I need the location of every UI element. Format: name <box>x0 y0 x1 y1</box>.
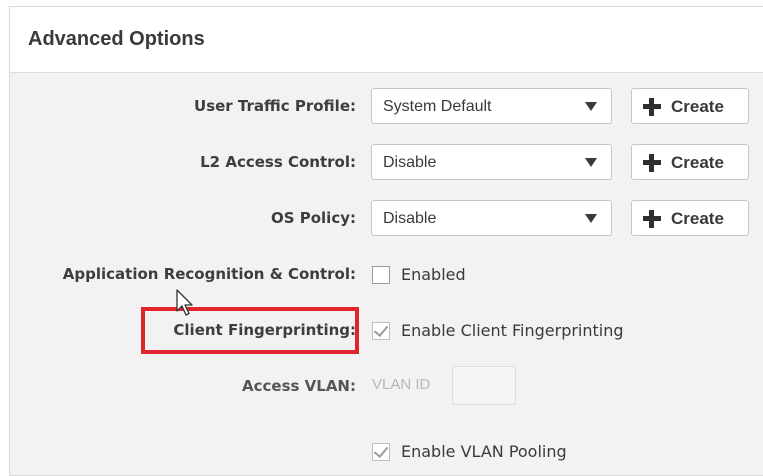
app-recognition-label: Application Recognition & Control: <box>62 265 356 283</box>
checkmark-icon <box>373 321 389 338</box>
create-button-label: Create <box>671 153 724 172</box>
create-os-policy-button[interactable]: Create <box>631 200 749 236</box>
cursor-icon <box>176 289 193 316</box>
vlan-id-input[interactable] <box>452 366 516 405</box>
l2-access-control-label: L2 Access Control: <box>200 153 356 171</box>
access-vlan-label: Access VLAN: <box>242 377 356 395</box>
client-fingerprinting-checkbox[interactable] <box>372 321 390 340</box>
chevron-down-icon <box>585 102 597 111</box>
checkmark-icon <box>373 442 389 459</box>
create-user-traffic-profile-button[interactable]: Create <box>631 88 749 124</box>
l2-access-control-value: Disable <box>383 154 437 171</box>
os-policy-value: Disable <box>383 210 437 227</box>
user-traffic-profile-label: User Traffic Profile: <box>194 97 356 115</box>
chevron-down-icon <box>585 158 597 167</box>
app-recognition-checkbox-label[interactable]: Enabled <box>401 265 466 284</box>
plus-icon <box>643 98 661 116</box>
create-l2-access-control-button[interactable]: Create <box>631 144 749 180</box>
vlan-pooling-checkbox-label[interactable]: Enable VLAN Pooling <box>401 442 567 461</box>
user-traffic-profile-value: System Default <box>383 98 492 115</box>
plus-icon <box>643 210 661 228</box>
create-button-label: Create <box>671 97 724 116</box>
chevron-down-icon <box>585 214 597 223</box>
os-policy-select[interactable]: Disable <box>371 200 612 236</box>
plus-icon <box>643 154 661 172</box>
advanced-options-panel: Advanced Options <box>9 6 763 476</box>
vlan-pooling-checkbox[interactable] <box>372 442 390 461</box>
user-traffic-profile-select[interactable]: System Default <box>371 88 612 124</box>
vlan-id-label: VLAN ID <box>372 376 431 393</box>
create-button-label: Create <box>671 209 724 228</box>
client-fingerprinting-checkbox-label[interactable]: Enable Client Fingerprinting <box>401 321 624 340</box>
app-recognition-checkbox[interactable] <box>372 266 390 284</box>
panel-header: Advanced Options <box>10 7 763 73</box>
os-policy-label: OS Policy: <box>270 209 356 227</box>
client-fingerprinting-label: Client Fingerprinting: <box>173 321 356 339</box>
l2-access-control-select[interactable]: Disable <box>371 144 612 180</box>
panel-title: Advanced Options <box>28 28 205 50</box>
